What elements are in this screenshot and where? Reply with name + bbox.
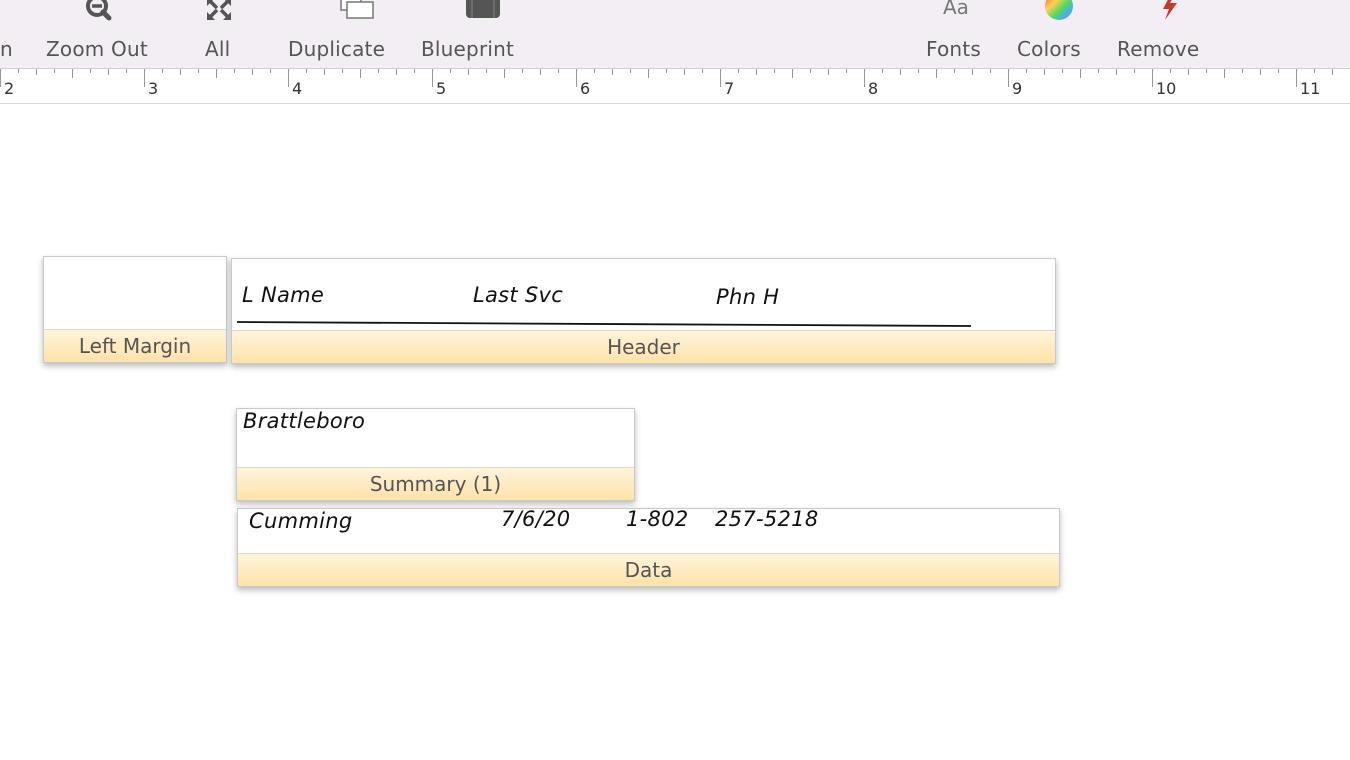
- data-field-l-name[interactable]: Cumming: [249, 509, 352, 533]
- data-band[interactable]: Data: [238, 553, 1059, 586]
- ruler-number: 3: [148, 79, 159, 98]
- remove-label: Remove: [1117, 37, 1200, 61]
- header-field-l-name[interactable]: L Name: [242, 283, 324, 307]
- all-label: All: [205, 37, 231, 61]
- summary-band[interactable]: Summary (1): [237, 467, 634, 500]
- ruler-number: 7: [724, 79, 735, 98]
- summary-field-city[interactable]: Brattleboro: [243, 409, 365, 433]
- blueprint-icon: [464, 0, 504, 24]
- header-underline: [237, 321, 972, 327]
- ruler-number: 10: [1156, 79, 1177, 98]
- toolbar-item-partial[interactable]: n: [0, 0, 20, 68]
- data-part[interactable]: Cumming 7/6/20 1-802 257-5218 Data: [237, 507, 1060, 587]
- blueprint-label: Blueprint: [421, 37, 515, 61]
- toolbar-item-partial-label: n: [0, 37, 13, 61]
- ruler-number: 11: [1300, 79, 1321, 98]
- fonts-label: Fonts: [926, 37, 981, 61]
- ruler-ticks: [0, 69, 1333, 87]
- header-field-phn-h[interactable]: Phn H: [716, 285, 779, 309]
- expand-arrows-icon: [199, 0, 239, 26]
- zoom-out-label: Zoom Out: [46, 37, 148, 61]
- remove-button[interactable]: Remove: [1112, 0, 1207, 68]
- fonts-icon: Aa: [943, 0, 969, 19]
- duplicate-icon: [335, 0, 375, 24]
- ruler-number: 4: [292, 79, 303, 98]
- ruler-number: 2: [4, 79, 15, 98]
- header-label: Header: [607, 335, 680, 359]
- all-button[interactable]: All: [196, 0, 241, 68]
- duplicate-label: Duplicate: [288, 37, 386, 61]
- left-margin-label: Left Margin: [78, 334, 192, 358]
- toolbar: n Zoom Out All Duplicate Blueprint Aa Fo…: [0, 0, 1350, 68]
- ruler-number: 8: [868, 79, 879, 98]
- header-part[interactable]: L Name Last Svc Phn H Header: [231, 258, 1056, 364]
- blueprint-button[interactable]: Blueprint: [416, 0, 520, 68]
- lightning-icon: [1155, 0, 1195, 22]
- zoom-out-icon: [78, 0, 118, 24]
- duplicate-button[interactable]: Duplicate: [284, 0, 392, 68]
- colors-label: Colors: [1017, 37, 1081, 61]
- ruler-number: 9: [1012, 79, 1023, 98]
- ruler-number: 5: [436, 79, 447, 98]
- summary-label: Summary (1): [369, 472, 502, 496]
- summary-part[interactable]: Brattleboro Summary (1): [236, 408, 635, 501]
- left-margin-band[interactable]: Left Margin: [44, 329, 226, 362]
- header-band[interactable]: Header: [232, 330, 1055, 363]
- left-margin-part[interactable]: Left Margin: [43, 256, 227, 363]
- data-field-area-code[interactable]: 1-802: [626, 507, 689, 531]
- horizontal-ruler: 2 3 4 5 6 7 8 9 10 11: [0, 68, 1350, 104]
- data-field-phone[interactable]: 257-5218: [715, 507, 819, 531]
- zoom-out-button[interactable]: Zoom Out: [40, 0, 155, 68]
- header-field-last-svc[interactable]: Last Svc: [473, 283, 563, 307]
- data-field-last-svc[interactable]: 7/6/20: [501, 507, 570, 531]
- color-wheel-icon: [1044, 0, 1084, 22]
- data-label: Data: [624, 558, 673, 582]
- colors-button[interactable]: Colors: [1012, 0, 1092, 68]
- fonts-button[interactable]: Aa Fonts: [920, 0, 990, 68]
- ruler-number: 6: [580, 79, 591, 98]
